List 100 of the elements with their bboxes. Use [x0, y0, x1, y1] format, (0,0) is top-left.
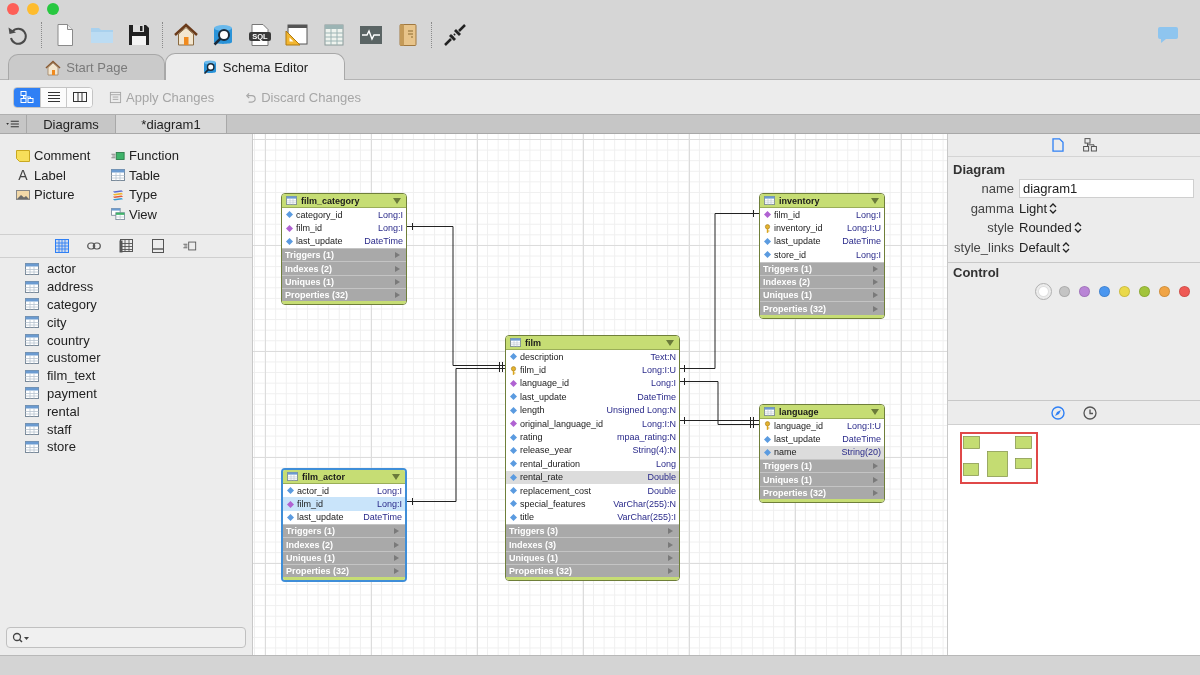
- entity-table[interactable]: [505, 335, 680, 582]
- dropdown-triangle-icon[interactable]: [392, 473, 400, 480]
- database-search-icon[interactable]: [211, 23, 235, 47]
- column-name: film_id: [520, 365, 547, 376]
- table-list-item[interactable]: category: [25, 295, 97, 314]
- dropdown-triangle-icon[interactable]: [871, 408, 879, 415]
- name-field[interactable]: diagram1: [1019, 179, 1194, 199]
- table-grid-icon[interactable]: [322, 23, 346, 47]
- table-title: film: [525, 337, 542, 348]
- column-type: Long:I: [376, 485, 402, 496]
- table-icon: [287, 472, 298, 481]
- table-list-item[interactable]: staff: [25, 420, 72, 438]
- palette-item[interactable]: View: [111, 204, 157, 224]
- column-type: Long:I:U: [846, 420, 881, 431]
- palette-item[interactable]: Type: [111, 185, 158, 205]
- table-list-item[interactable]: rental: [25, 402, 80, 421]
- plug-icon[interactable]: [443, 23, 467, 47]
- table-title: language: [779, 406, 820, 417]
- key-icon: [510, 365, 517, 375]
- close-window-icon[interactable]: [7, 3, 19, 15]
- table-list-item[interactable]: film_text: [25, 366, 96, 385]
- pulse-monitor-icon[interactable]: [359, 23, 383, 47]
- entity-table[interactable]: language language_id Long:I:U last_update DateTime name String(20) Triggers (1) Uniques (1) Properties (32): [759, 404, 885, 504]
- function-block-icon: [111, 149, 125, 162]
- column-name: last_update: [774, 236, 822, 247]
- column-name: title: [520, 512, 535, 523]
- view-mode-button[interactable]: [40, 87, 66, 107]
- column-type: Long:I:N: [641, 418, 676, 429]
- palette-item[interactable]: Picture: [16, 185, 75, 205]
- letter-icon: A: [16, 168, 30, 183]
- table-icon: [510, 338, 521, 347]
- function-block-icon[interactable]: [183, 239, 197, 253]
- palette-item[interactable]: Table: [111, 165, 161, 185]
- column-name: name: [774, 447, 798, 458]
- panel-tab[interactable]: *diagram1: [116, 115, 227, 133]
- list-icon: [46, 91, 61, 103]
- table-icon: [25, 316, 39, 329]
- table-grid-icon[interactable]: [55, 239, 69, 253]
- table-list-item[interactable]: customer: [25, 349, 101, 367]
- property-label: style_links: [953, 240, 1014, 256]
- table-list-item[interactable]: store: [25, 437, 76, 456]
- entity-table[interactable]: film_category category_id Long:I film_id Long:I last_update DateTime Triggers (1) Indexes (2) Uniques (1) Properties (32): [281, 193, 407, 306]
- column-type: Long:I:U: [641, 365, 676, 376]
- property-dropdown[interactable]: Light: [1019, 200, 1058, 216]
- column-type: Text:N: [650, 351, 676, 362]
- database-search-icon: [201, 59, 218, 75]
- minimap-preview[interactable]: [960, 432, 1038, 484]
- column-name: replacement_cost: [520, 485, 593, 496]
- table-title: film_actor: [302, 471, 346, 482]
- column-type: Long:I:U: [846, 223, 881, 234]
- column-type: Long:I: [650, 378, 676, 389]
- property-dropdown[interactable]: Rounded: [1019, 220, 1082, 236]
- table-list-item[interactable]: actor: [25, 260, 76, 278]
- palette-item[interactable]: A Label: [16, 165, 66, 185]
- dropdown-triangle-icon[interactable]: [393, 197, 401, 204]
- table-list-item[interactable]: country: [25, 331, 90, 349]
- column-name: film_id: [296, 223, 323, 234]
- column-type: VarChar(255):N: [613, 499, 676, 509]
- column-row[interactable]: film_id Long:I: [283, 497, 405, 511]
- entity-table[interactable]: inventory film_id Long:I inventory_id Long:I:U last_update DateTime store_id Long:I Triggers (1) Indexes (2) Uniques (1) Properties (32): [759, 193, 885, 319]
- grid-icon[interactable]: [119, 239, 133, 253]
- column-type: Long:I: [377, 223, 403, 234]
- compass-icon[interactable]: [1051, 405, 1065, 420]
- table-icon: [25, 351, 39, 364]
- table-list-item[interactable]: address: [25, 277, 94, 296]
- column-type: Long: [655, 458, 676, 469]
- column-name: film_id: [774, 209, 801, 220]
- table-list-item[interactable]: payment: [25, 384, 97, 403]
- palette-item[interactable]: Comment: [16, 146, 91, 166]
- link-icon[interactable]: [87, 239, 101, 253]
- window-panel-icon[interactable]: [151, 239, 165, 253]
- column-type: String(20): [841, 447, 881, 458]
- clock-icon[interactable]: [1083, 405, 1097, 420]
- column-type: VarChar(255):I: [617, 512, 676, 523]
- dropdown-triangle-icon[interactable]: [666, 339, 674, 346]
- table-title: film_category: [301, 195, 361, 206]
- up-down-chevron-icon: [1062, 242, 1071, 254]
- column-name: last_update: [297, 512, 345, 523]
- column-name: special_features: [520, 499, 587, 509]
- section-title: Diagram: [953, 161, 1007, 179]
- column-name: category_id: [296, 209, 344, 220]
- column-name: original_language_id: [520, 418, 605, 429]
- document-icon[interactable]: [1051, 138, 1065, 152]
- palette-item[interactable]: Function: [111, 146, 179, 166]
- search-field[interactable]: [6, 627, 246, 648]
- dropdown-triangle-icon[interactable]: [871, 197, 879, 204]
- column-name: language_id: [520, 378, 571, 389]
- house-icon[interactable]: [174, 23, 198, 47]
- column-name: length: [520, 405, 546, 416]
- entity-table[interactable]: film_actor actor_id Long:I film_id Long:I last_update DateTime Triggers (1) Indexes (2) Uniques (1) Properties (32): [281, 468, 407, 583]
- view-mode-button[interactable]: [66, 87, 92, 107]
- notebook-icon[interactable]: [396, 23, 420, 47]
- column-type: Double: [647, 472, 676, 483]
- diagram-icon[interactable]: [1083, 138, 1097, 152]
- property-dropdown[interactable]: Default: [1019, 240, 1071, 256]
- editor-tab[interactable]: Schema Editor: [165, 53, 345, 80]
- note-icon: [16, 149, 30, 162]
- up-down-chevron-icon: [1049, 202, 1058, 214]
- column-name: film_id: [297, 499, 324, 510]
- table-list-item[interactable]: city: [25, 313, 67, 332]
